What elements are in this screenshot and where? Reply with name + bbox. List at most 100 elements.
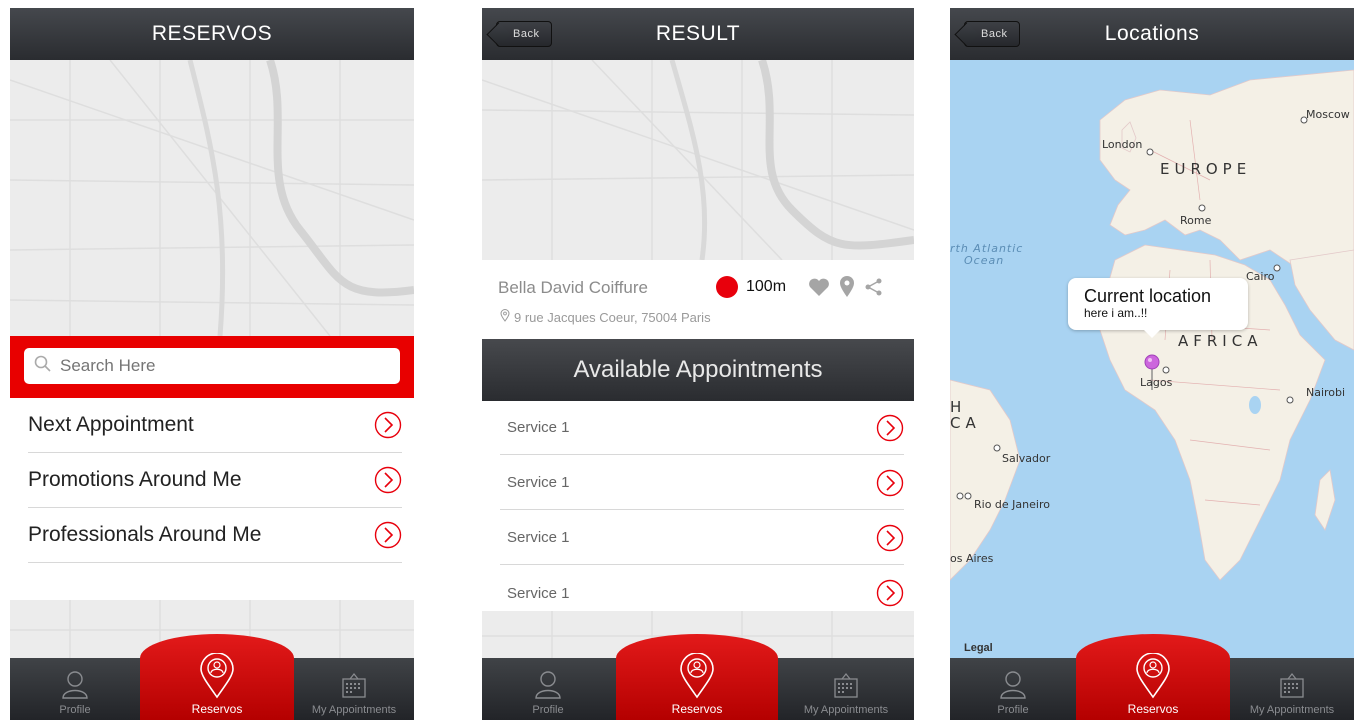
chevron-right-circle-icon[interactable] [876, 414, 904, 442]
user-icon [998, 669, 1028, 702]
tab-my-appointments[interactable]: My Appointments [778, 658, 914, 720]
shop-card[interactable]: Bella David Coiffure 100m 9 rue Jacques … [482, 260, 914, 339]
back-label: Back [981, 28, 1008, 40]
navbar: Back RESULT [482, 8, 914, 60]
map-view[interactable] [482, 60, 914, 260]
tab-profile[interactable]: Profile [950, 658, 1076, 720]
chevron-right-circle-icon[interactable] [374, 411, 402, 439]
tab-label: Reservos [1127, 702, 1179, 716]
map-label: Rome [1180, 214, 1212, 227]
map-streets [482, 60, 914, 260]
map-label: Moscow [1306, 108, 1350, 121]
map-label: CA [950, 414, 981, 432]
tab-label: Profile [532, 704, 564, 716]
chevron-right-circle-icon[interactable] [876, 469, 904, 497]
page-title: RESERVOS [151, 22, 273, 45]
shop-name: Bella David Coiffure [498, 278, 648, 297]
user-icon [533, 669, 563, 702]
service-label: Service 1 [507, 419, 570, 436]
world-map[interactable]: Moscow London EUROPE Rome rth Atlantic O… [950, 60, 1354, 658]
heart-icon[interactable] [808, 277, 830, 302]
map-label: Salvador [1002, 452, 1051, 465]
world-map-land [950, 69, 1354, 581]
menu-item-next-appointment[interactable]: Next Appointment [28, 398, 402, 453]
map-label: os Aires [950, 552, 994, 565]
menu-item-label: Promotions Around Me [28, 468, 242, 491]
service-list: Service 1 Service 1 Service 1 Service 1 [482, 401, 914, 611]
address-text: 9 rue Jacques Coeur, 75004 Paris [514, 309, 711, 325]
search-input[interactable] [58, 355, 362, 377]
tab-my-appointments[interactable]: My Appointments [1230, 658, 1354, 720]
tab-profile[interactable]: Profile [10, 658, 140, 720]
share-icon[interactable] [864, 277, 884, 302]
location-pin-icon [1135, 652, 1171, 702]
map-label: London [1102, 138, 1143, 151]
tab-label: My Appointments [311, 704, 397, 716]
callout-subtitle: here i am..!! [1084, 306, 1148, 320]
appointments-header: Available Appointments [482, 339, 914, 401]
map-view[interactable] [10, 60, 414, 336]
user-icon [60, 669, 90, 702]
service-item[interactable]: Service 1 [500, 401, 904, 455]
menu-item-label: Professionals Around Me [28, 523, 262, 546]
map-label: AFRICA [1178, 332, 1263, 350]
distance-indicator: 100m [716, 276, 786, 298]
chevron-right-circle-icon[interactable] [876, 579, 904, 607]
search-bar [10, 336, 414, 398]
status-dot [716, 276, 738, 298]
location-pin-icon [199, 652, 235, 702]
back-button[interactable]: Back [496, 21, 553, 47]
navbar: Back Locations [950, 8, 1354, 60]
search-icon [34, 355, 52, 378]
map-label: Ocean [964, 254, 1005, 267]
chevron-right-circle-icon[interactable] [374, 466, 402, 494]
service-label: Service 1 [507, 529, 570, 546]
map-pin-icon[interactable] [839, 276, 855, 303]
menu-item-promotions[interactable]: Promotions Around Me [28, 453, 402, 508]
result-screen: Back RESULT Bella David Coiffure 100m 9 … [482, 8, 914, 720]
tab-label: Reservos [191, 702, 243, 716]
service-item[interactable]: Service 1 [500, 511, 904, 565]
page-title: Locations [1104, 22, 1200, 45]
tab-reservos[interactable]: Reservos [1076, 634, 1230, 720]
tab-my-appointments[interactable]: My Appointments [294, 658, 414, 720]
tab-label: Profile [997, 704, 1029, 716]
service-label: Service 1 [507, 584, 570, 602]
menu-list: Next Appointment Promotions Around Me Pr… [10, 398, 414, 598]
location-pin-icon [679, 652, 715, 702]
service-item[interactable]: Service 1 [500, 456, 904, 510]
locations-screen: Back Locations Moscow London EUROPE Rome… [950, 8, 1354, 720]
distance-value: 100m [746, 278, 787, 295]
calendar-icon [341, 673, 367, 702]
calendar-icon [1279, 673, 1305, 702]
tab-profile[interactable]: Profile [482, 658, 614, 720]
section-title: Available Appointments [573, 356, 823, 383]
shop-address: 9 rue Jacques Coeur, 75004 Paris [500, 309, 711, 325]
location-icon [500, 309, 510, 325]
calendar-icon [833, 673, 859, 702]
map-label: Cairo [1246, 270, 1275, 283]
menu-item-professionals[interactable]: Professionals Around Me [28, 508, 402, 563]
search-box[interactable] [24, 348, 400, 384]
callout-title: Current location [1084, 286, 1212, 306]
back-label: Back [513, 28, 540, 40]
tab-label: My Appointments [803, 704, 889, 716]
shop-actions [808, 276, 884, 303]
map-label: EUROPE [1160, 160, 1252, 178]
navbar: RESERVOS [10, 8, 414, 60]
map-label: Nairobi [1306, 386, 1346, 399]
reservos-home-screen: RESERVOS Next Appointment [10, 8, 414, 720]
menu-item-label: Next Appointment [28, 413, 194, 436]
page-title: RESULT [655, 22, 741, 45]
tab-label: Profile [59, 704, 91, 716]
tab-reservos[interactable]: Reservos [616, 634, 778, 720]
legal-link[interactable]: Legal [964, 642, 993, 654]
chevron-right-circle-icon[interactable] [374, 521, 402, 549]
map-label: Lagos [1140, 376, 1173, 389]
back-button[interactable]: Back [964, 21, 1021, 47]
tab-label: Reservos [671, 702, 723, 716]
location-callout[interactable]: Current location here i am..!! [1068, 278, 1248, 338]
service-label: Service 1 [507, 474, 570, 491]
tab-reservos[interactable]: Reservos [140, 634, 294, 720]
chevron-right-circle-icon[interactable] [876, 524, 904, 552]
